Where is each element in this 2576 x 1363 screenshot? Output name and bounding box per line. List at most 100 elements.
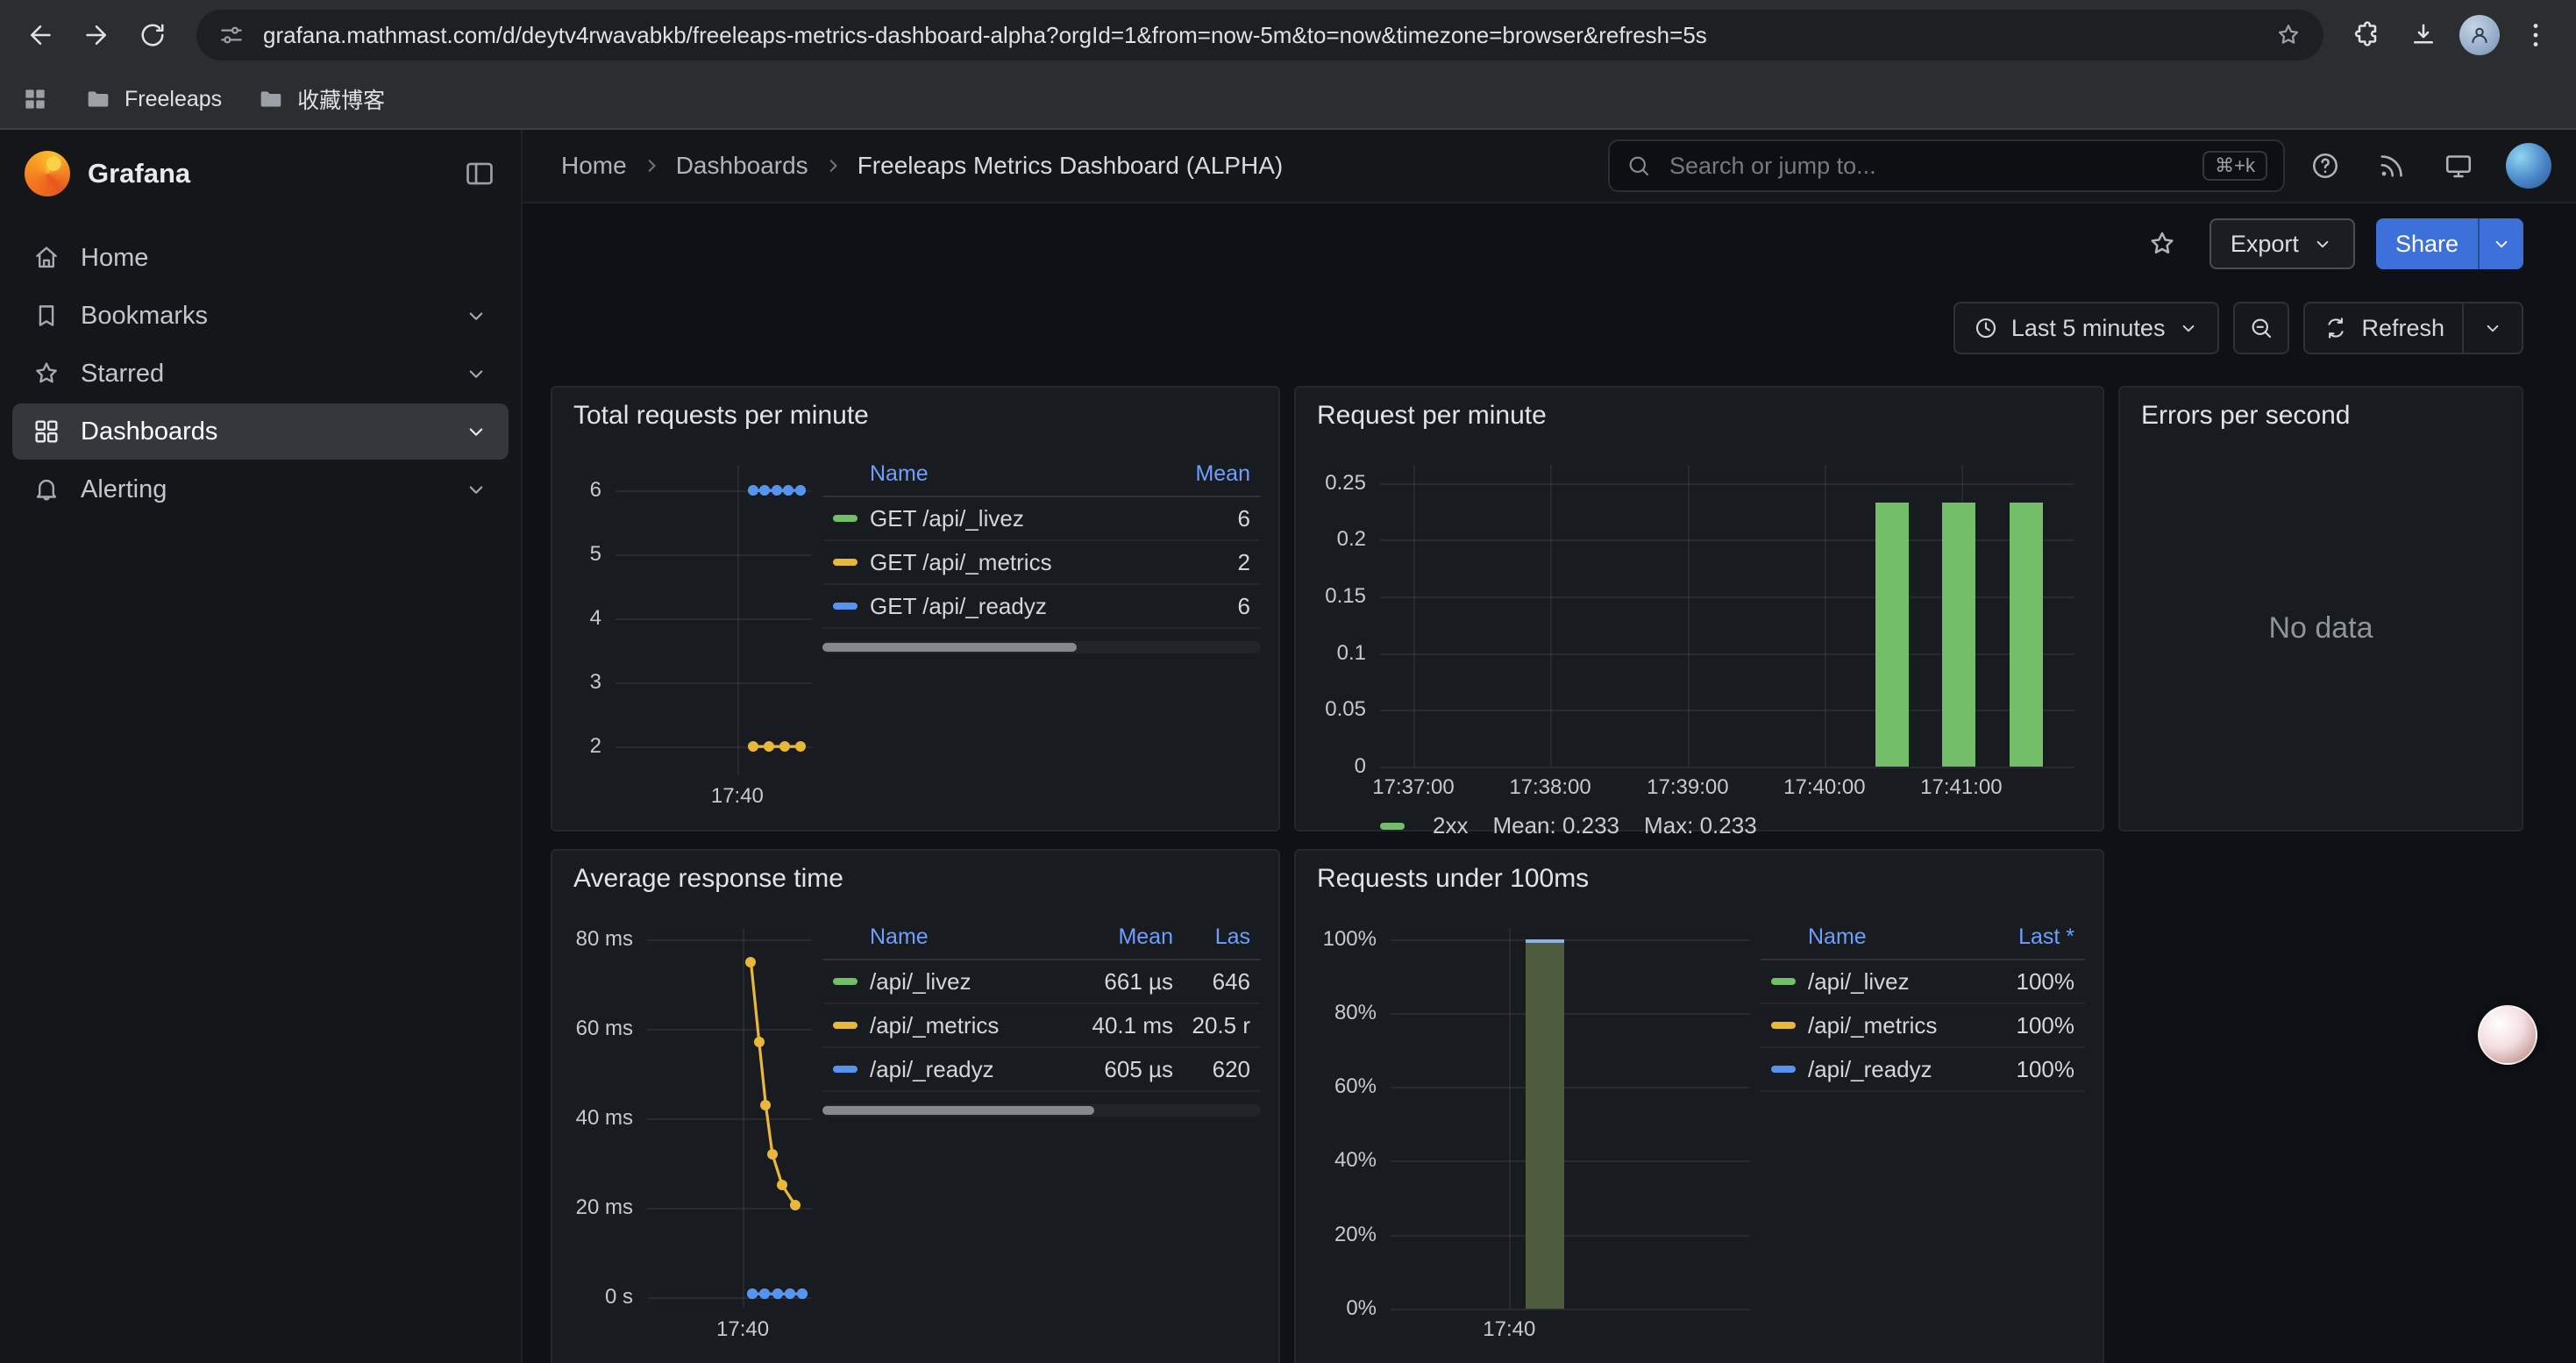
legend-column-header[interactable]: Name	[833, 461, 1145, 487]
chevron-down-icon[interactable]	[463, 476, 489, 503]
panel-total-requests: Total requests per minute 6543217:40Name…	[551, 386, 1280, 831]
back-icon[interactable]	[14, 9, 67, 61]
panel-title[interactable]: Request per minute	[1296, 388, 2103, 444]
panel-average-response-time: Average response time 80 ms60 ms40 ms20 …	[551, 849, 1280, 1363]
site-settings-icon[interactable]	[217, 21, 246, 49]
gridline	[1509, 928, 1511, 1309]
legend-row[interactable]: /api/_livez100%	[1761, 960, 2085, 1004]
gridline	[1391, 1160, 1750, 1162]
legend-row[interactable]: GET /api/_metrics2	[822, 541, 1261, 585]
dashboard-panels: Total requests per minute 6543217:40Name…	[523, 372, 2576, 1363]
panel-title[interactable]: Total requests per minute	[552, 388, 1278, 444]
chevron-down-icon[interactable]	[463, 303, 489, 329]
forward-icon[interactable]	[70, 9, 123, 61]
legend-column-header[interactable]: Mean	[1064, 924, 1173, 950]
sidebar-item-home[interactable]: Home	[12, 230, 509, 286]
legend-column-header[interactable]: Mean	[1145, 461, 1250, 487]
legend-row[interactable]: /api/_metrics100%	[1761, 1004, 2085, 1048]
reload-icon[interactable]	[126, 9, 179, 61]
apps-grid-icon	[32, 417, 61, 446]
series-color-dash	[833, 1022, 857, 1029]
legend-row[interactable]: GET /api/_livez6	[822, 497, 1261, 541]
grafana-logo[interactable]	[25, 151, 70, 196]
kiosk-mode-icon[interactable]	[2432, 139, 2485, 192]
search-input[interactable]	[1666, 151, 2188, 182]
legend-scrollbar[interactable]	[822, 641, 1261, 653]
breadcrumb-home[interactable]: Home	[561, 152, 627, 180]
legend-row[interactable]: GET /api/_readyz6	[822, 585, 1261, 629]
legend-column-header[interactable]: Las	[1173, 924, 1250, 950]
refresh-button[interactable]: Refresh	[2303, 302, 2523, 354]
legend-row[interactable]: /api/_readyz100%	[1761, 1048, 2085, 1092]
scrollbar-thumb[interactable]	[822, 643, 1077, 652]
sidebar-item-starred[interactable]: Starred	[12, 346, 509, 402]
bookmark-label: Freeleaps	[125, 87, 222, 112]
bookmark-folder-freeleaps[interactable]: Freeleaps	[84, 85, 222, 113]
x-tick-label: 17:40	[716, 1317, 769, 1342]
chart-requests-per-minute: 0.250.20.150.10.05017:37:0017:38:0017:39…	[1313, 454, 2085, 805]
legend-row[interactable]: /api/_metrics40.1 ms20.5 r	[822, 1004, 1261, 1048]
legend-column-header[interactable]: Last *	[1976, 924, 2074, 950]
share-label[interactable]: Share	[2376, 218, 2478, 269]
profile-avatar[interactable]	[2453, 9, 2506, 61]
x-tick-label: 17:40	[711, 784, 764, 809]
gridline	[1391, 939, 1750, 941]
series-color-dash	[833, 603, 857, 610]
series-point	[759, 1288, 770, 1299]
series-color-dash	[1771, 978, 1796, 985]
time-range-picker[interactable]: Last 5 minutes	[1953, 302, 2220, 354]
sidebar-item-dashboards[interactable]: Dashboards	[12, 403, 509, 460]
series-point	[748, 741, 758, 752]
chart-requests-under-100ms: 100%80%60%40%20%0%17:40	[1313, 917, 1761, 1347]
panel-title[interactable]: Errors per second	[2120, 388, 2522, 444]
x-tick-label: 17:38:00	[1509, 775, 1590, 800]
zoom-out-icon[interactable]	[2233, 302, 2289, 354]
bar	[1942, 503, 1975, 767]
user-avatar[interactable]	[2506, 143, 2551, 189]
favorite-star-icon[interactable]	[2136, 218, 2188, 270]
share-menu-caret[interactable]	[2478, 218, 2523, 269]
y-tick-label: 0	[1313, 754, 1366, 779]
sidebar-item-label: Bookmarks	[81, 302, 208, 331]
downloads-icon[interactable]	[2397, 9, 2450, 61]
legend-value: 100%	[1976, 1012, 2074, 1039]
bookmark-star-icon[interactable]	[2274, 21, 2302, 49]
chevron-down-icon[interactable]	[463, 360, 489, 387]
sidebar-item-label: Alerting	[81, 475, 167, 504]
grafana-sidebar: Grafana Home Bookmarks Starred	[0, 130, 523, 1363]
sidebar-item-alerting[interactable]: Alerting	[12, 461, 509, 517]
y-tick-label: 100%	[1313, 927, 1377, 952]
legend-series-name: GET /api/_readyz	[870, 593, 1145, 620]
news-icon[interactable]	[2366, 139, 2418, 192]
legend-column-header[interactable]: Name	[833, 924, 1064, 950]
y-tick-label: 60%	[1313, 1074, 1377, 1099]
legend-column-header[interactable]: Name	[1771, 924, 1976, 950]
gridline	[1391, 1087, 1750, 1088]
panel-title[interactable]: Average response time	[552, 851, 1278, 907]
breadcrumb-dashboards[interactable]: Dashboards	[676, 152, 808, 180]
bookmark-folder-blogs[interactable]: 收藏博客	[257, 83, 385, 115]
legend-row[interactable]: /api/_readyz605 µs620	[822, 1048, 1261, 1092]
address-bar[interactable]: grafana.mathmast.com/d/deytv4rwavabkb/fr…	[196, 10, 2323, 61]
y-tick-label: 0.15	[1313, 584, 1366, 609]
help-icon[interactable]	[2299, 139, 2352, 192]
export-button[interactable]: Export	[2210, 218, 2355, 269]
panel-title[interactable]: Requests under 100ms	[1296, 851, 2103, 907]
search-box[interactable]: ⌘+k	[1608, 139, 2285, 192]
legend-scrollbar[interactable]	[822, 1104, 1261, 1117]
scrollbar-thumb[interactable]	[822, 1106, 1094, 1115]
sidebar-item-bookmarks[interactable]: Bookmarks	[12, 288, 509, 344]
chevron-down-icon	[2311, 232, 2334, 255]
legend-series-name[interactable]: 2xx	[1433, 812, 1468, 839]
share-button[interactable]: Share	[2376, 218, 2523, 269]
refresh-interval-caret[interactable]	[2481, 317, 2504, 339]
apps-grid-icon[interactable]	[21, 85, 49, 113]
browser-menu-icon[interactable]	[2509, 9, 2562, 61]
chevron-down-icon[interactable]	[463, 418, 489, 445]
panel-errors-per-second: Errors per second No data	[2118, 386, 2523, 831]
dock-sidebar-icon[interactable]	[463, 157, 496, 190]
floating-avatar[interactable]	[2478, 1005, 2537, 1065]
legend-row[interactable]: /api/_livez661 µs646	[822, 960, 1261, 1004]
extensions-icon[interactable]	[2341, 9, 2394, 61]
series-color-dash	[833, 1066, 857, 1073]
